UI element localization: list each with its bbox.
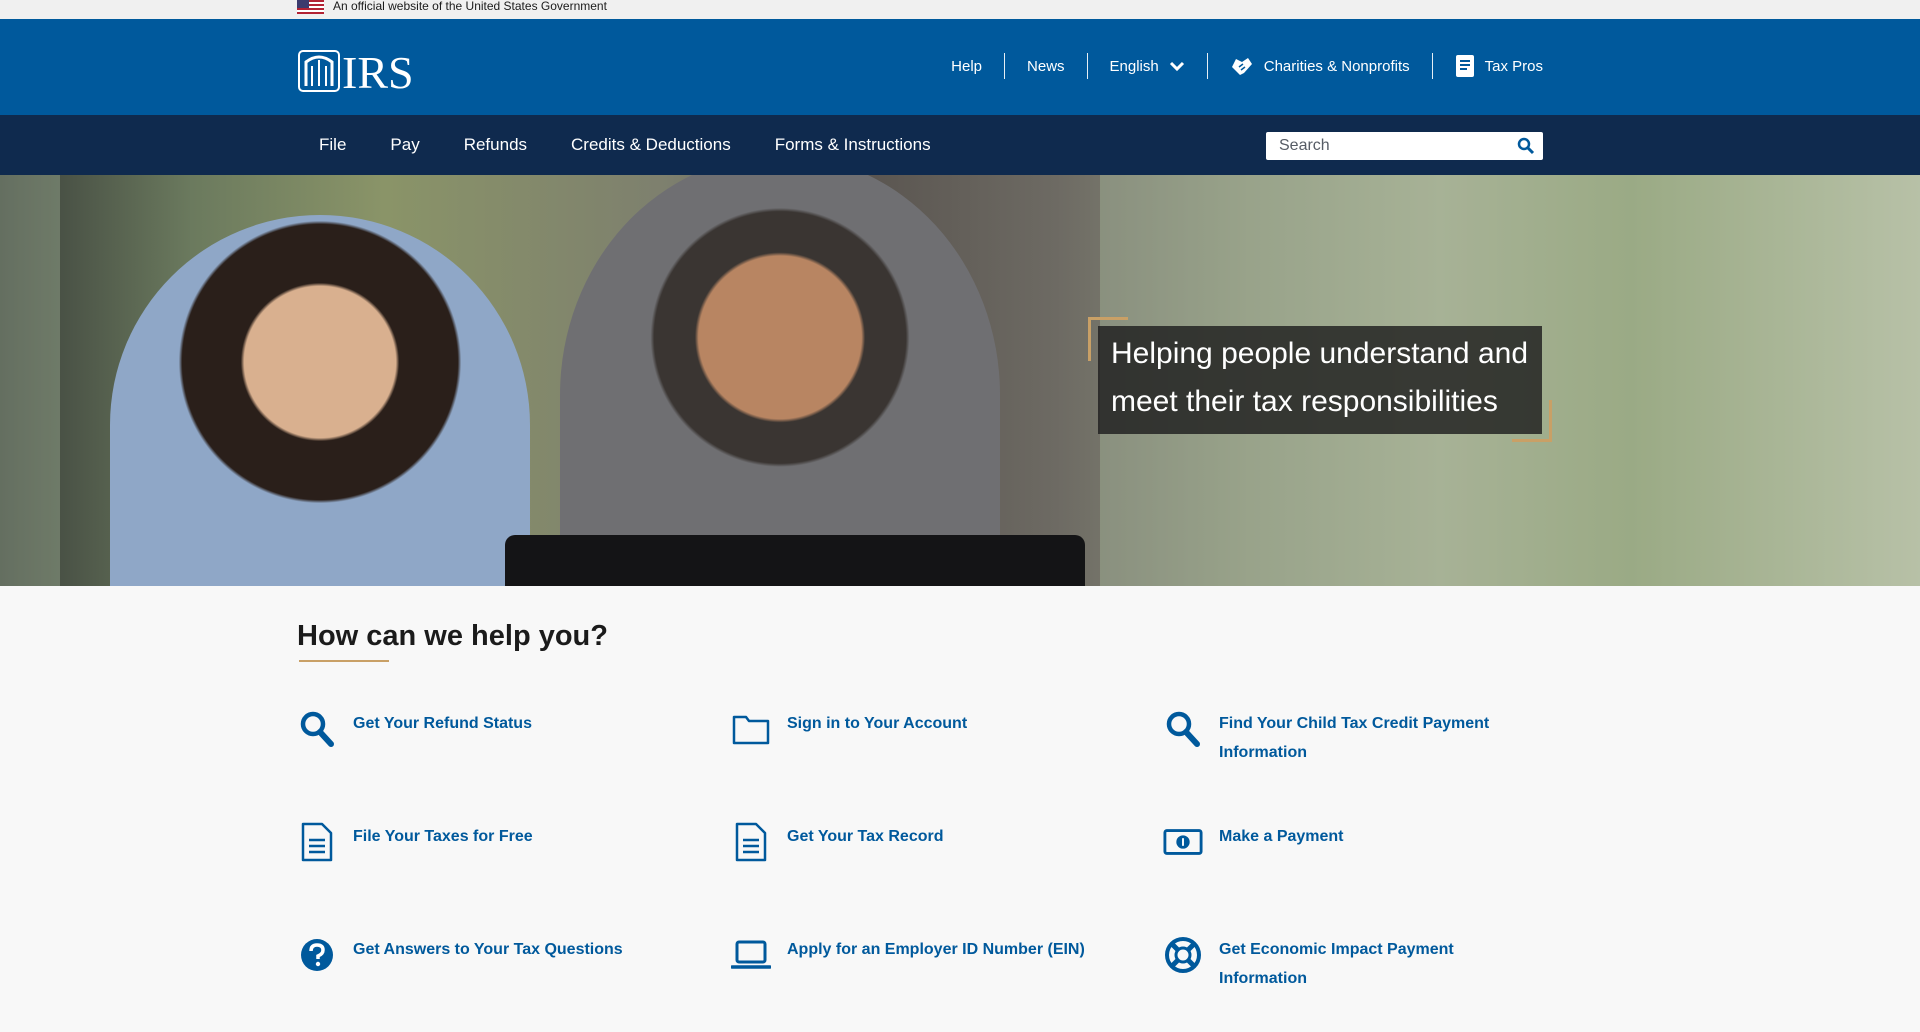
language-label: English xyxy=(1109,57,1159,75)
search-input[interactable] xyxy=(1266,132,1506,160)
laptop-icon xyxy=(731,935,771,975)
divider xyxy=(1206,53,1208,79)
title-underline xyxy=(299,660,389,662)
us-flag-icon xyxy=(297,0,324,14)
hero-photo-woman xyxy=(110,215,530,586)
card-make-payment[interactable]: Make a Payment xyxy=(1163,822,1344,862)
charities-link[interactable]: Charities & Nonprofits xyxy=(1208,53,1432,79)
help-link-label: Help xyxy=(951,57,983,75)
card-apply-ein[interactable]: Apply for an Employer ID Number (EIN) xyxy=(731,935,1085,975)
hero-banner xyxy=(0,175,1920,586)
card-label: File Your Taxes for Free xyxy=(353,828,533,845)
nav-item-forms-instructions[interactable]: Forms & Instructions xyxy=(753,135,953,155)
card-label: Make a Payment xyxy=(1219,828,1344,845)
top-header: IRS Help News English Charities & Nonpro… xyxy=(0,19,1920,115)
irs-logo[interactable]: IRS xyxy=(298,48,416,94)
help-link[interactable]: Help xyxy=(929,53,1004,79)
lifebuoy-icon xyxy=(1163,935,1203,975)
folder-icon xyxy=(731,709,771,749)
document-icon xyxy=(297,822,337,862)
main-nav: File Pay Refunds Credits & Deductions Fo… xyxy=(0,115,1920,175)
card-label: Get Your Refund Status xyxy=(353,715,532,732)
help-section-title: How can we help you? xyxy=(297,620,608,652)
document-icon xyxy=(731,822,771,862)
divider xyxy=(1086,53,1088,79)
card-tax-questions[interactable]: Get Answers to Your Tax Questions xyxy=(297,935,623,975)
question-icon xyxy=(297,935,337,975)
nav-item-refunds[interactable]: Refunds xyxy=(442,135,549,155)
tax-pros-label: Tax Pros xyxy=(1484,57,1543,75)
card-file-free[interactable]: File Your Taxes for Free xyxy=(297,822,533,862)
hero-photo-man xyxy=(560,175,1000,586)
card-economic-impact-payment[interactable]: Get Economic Impact Payment Information xyxy=(1163,935,1523,993)
card-label: Get Economic Impact Payment Information xyxy=(1219,941,1454,987)
search-icon[interactable] xyxy=(1517,137,1535,155)
nav-item-credits-deductions[interactable]: Credits & Deductions xyxy=(549,135,753,155)
utility-nav: Help News English Charities & Nonprofits xyxy=(929,49,1543,83)
gov-banner: An official website of the United States… xyxy=(0,0,1920,19)
search-icon xyxy=(1163,709,1203,749)
divider xyxy=(1004,53,1006,79)
caption-bracket-bottom-right xyxy=(1512,400,1552,442)
language-selector[interactable]: English xyxy=(1088,53,1207,79)
main-nav-items: File Pay Refunds Credits & Deductions Fo… xyxy=(297,115,953,175)
charities-label: Charities & Nonprofits xyxy=(1263,57,1410,75)
card-child-tax-credit[interactable]: Find Your Child Tax Credit Payment Infor… xyxy=(1163,709,1543,767)
search-icon xyxy=(297,709,337,749)
divider xyxy=(1431,53,1433,79)
card-label: Get Your Tax Record xyxy=(787,828,944,845)
card-label: Get Answers to Your Tax Questions xyxy=(353,941,623,958)
chevron-down-icon xyxy=(1169,61,1184,72)
nav-item-file[interactable]: File xyxy=(297,135,368,155)
news-link[interactable]: News xyxy=(1005,53,1087,79)
svg-text:IRS: IRS xyxy=(342,48,414,94)
hero-background-window xyxy=(0,175,60,586)
gov-banner-text: An official website of the United States… xyxy=(333,0,607,13)
hero-caption: Helping people understand and meet their… xyxy=(1111,337,1528,418)
card-label: Find Your Child Tax Credit Payment Infor… xyxy=(1219,715,1490,761)
card-label: Apply for an Employer ID Number (EIN) xyxy=(787,941,1085,958)
book-icon xyxy=(1455,55,1474,77)
card-tax-record[interactable]: Get Your Tax Record xyxy=(731,822,943,862)
hero-photo-laptop xyxy=(505,535,1085,586)
card-label: Sign in to Your Account xyxy=(787,715,968,732)
handshake-icon xyxy=(1231,58,1252,75)
money-icon xyxy=(1163,822,1203,862)
news-link-label: News xyxy=(1027,57,1065,75)
nav-item-pay[interactable]: Pay xyxy=(368,135,441,155)
card-refund-status[interactable]: Get Your Refund Status xyxy=(297,709,532,749)
tax-pros-link[interactable]: Tax Pros xyxy=(1433,53,1543,79)
search-box xyxy=(1266,132,1543,160)
card-sign-in-account[interactable]: Sign in to Your Account xyxy=(731,709,967,749)
